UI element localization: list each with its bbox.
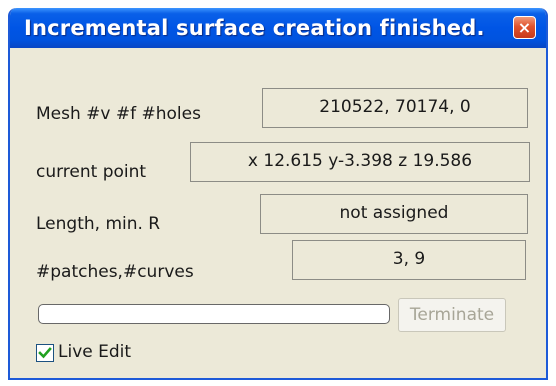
patches-label: #patches,#curves bbox=[36, 262, 194, 282]
patches-value-field: 3, 9 bbox=[292, 240, 526, 280]
mesh-label: Mesh #v #f #holes bbox=[36, 104, 201, 124]
current-point-value-field: x 12.615 y-3.398 z 19.586 bbox=[190, 142, 530, 182]
length-label: Length, min. R bbox=[36, 214, 161, 234]
progress-bar bbox=[38, 304, 390, 324]
close-button[interactable]: × bbox=[513, 16, 536, 39]
dialog-window: Incremental surface creation finished. ×… bbox=[8, 8, 548, 380]
title-bar[interactable]: Incremental surface creation finished. × bbox=[10, 8, 546, 48]
live-edit-checkbox[interactable] bbox=[36, 344, 54, 362]
length-value-field: not assigned bbox=[260, 194, 528, 234]
close-icon: × bbox=[517, 18, 532, 37]
current-point-label: current point bbox=[36, 162, 147, 182]
live-edit-label: Live Edit bbox=[58, 342, 132, 362]
mesh-value-field: 210522, 70174, 0 bbox=[262, 88, 528, 128]
window-title: Incremental surface creation finished. bbox=[24, 16, 485, 40]
terminate-button[interactable]: Terminate bbox=[398, 298, 506, 332]
checkmark-icon bbox=[38, 347, 52, 359]
